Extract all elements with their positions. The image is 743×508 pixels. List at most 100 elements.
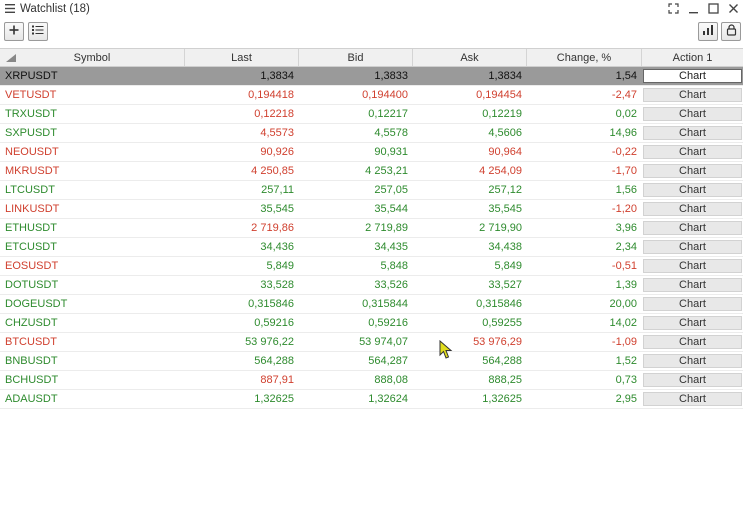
change-percent-cell: 2,95 [615, 393, 637, 405]
symbol-cell: ETCUSDT [5, 241, 57, 253]
chart-button[interactable]: Chart [643, 183, 742, 197]
chart-button[interactable]: Chart [643, 240, 742, 254]
action-cell: Chart [642, 371, 743, 389]
ask-price-cell: 35,545 [488, 203, 522, 215]
chart-settings-button[interactable] [698, 22, 718, 41]
bid-price-cell: 0,315844 [362, 298, 408, 310]
chart-button[interactable]: Chart [643, 354, 742, 368]
bid-price-cell: 0,194400 [362, 89, 408, 101]
bid-price-cell: 0,12217 [368, 108, 408, 120]
chart-button[interactable]: Chart [643, 164, 742, 178]
last-price-cell: 2 719,86 [251, 222, 294, 234]
column-header-change[interactable]: Change, % [527, 49, 642, 66]
close-icon[interactable] [723, 0, 743, 17]
symbol-cell: MKRUSDT [5, 165, 60, 177]
chart-button[interactable]: Chart [643, 335, 742, 349]
table-row[interactable]: BCHUSDT 887,91 888,08 888,25 0,73 Chart [0, 371, 743, 390]
table-row[interactable]: SXPUSDT 4,5573 4,5578 4,5606 14,96 Chart [0, 124, 743, 143]
table-row[interactable]: LINKUSDT 35,545 35,544 35,545 -1,20 Chart [0, 200, 743, 219]
table-row[interactable]: EOSUSDT 5,849 5,848 5,849 -0,51 Chart [0, 257, 743, 276]
ask-price-cell: 34,438 [488, 241, 522, 253]
chart-button[interactable]: Chart [643, 145, 742, 159]
column-header-ask[interactable]: Ask [413, 49, 527, 66]
list-view-button[interactable] [28, 22, 48, 41]
change-percent-cell: 1,54 [615, 70, 637, 82]
chart-button[interactable]: Chart [643, 69, 742, 83]
table-row[interactable]: MKRUSDT 4 250,85 4 253,21 4 254,09 -1,70 Char… [0, 162, 743, 181]
chart-settings-icon [702, 24, 714, 39]
bid-price-cell: 888,08 [374, 374, 408, 386]
mouse-cursor-icon [439, 339, 455, 360]
ask-price-cell: 0,12219 [482, 108, 522, 120]
bid-price-cell: 90,931 [374, 146, 408, 158]
lock-button[interactable] [721, 22, 741, 41]
chart-button[interactable]: Chart [643, 221, 742, 235]
table-row[interactable]: XRPUSDT 1,3834 1,3833 1,3834 1,54 Chart [0, 67, 743, 86]
table-row[interactable]: ETHUSDT 2 719,86 2 719,89 2 719,90 3,96 Chart [0, 219, 743, 238]
lock-icon [726, 24, 737, 39]
bid-price-cell: 2 719,89 [365, 222, 408, 234]
change-percent-cell: 0,02 [615, 108, 637, 120]
table-row[interactable]: CHZUSDT 0,59216 0,59216 0,59255 14,02 Chart [0, 314, 743, 333]
chart-button[interactable]: Chart [643, 107, 742, 121]
table-row[interactable]: DOGEUSDT 0,315846 0,315844 0,315846 20,00 Cha… [0, 295, 743, 314]
bid-price-cell: 257,05 [374, 184, 408, 196]
bid-price-cell: 564,287 [368, 355, 408, 367]
table-row[interactable]: NEOUSDT 90,926 90,931 90,964 -0,22 Chart [0, 143, 743, 162]
last-price-cell: 887,91 [260, 374, 294, 386]
add-button[interactable] [4, 22, 24, 41]
bid-price-cell: 4,5578 [374, 127, 408, 139]
last-price-cell: 1,3834 [260, 70, 294, 82]
chart-button[interactable]: Chart [643, 126, 742, 140]
table-row[interactable]: LTCUSDT 257,11 257,05 257,12 1,56 Chart [0, 181, 743, 200]
symbol-cell: LINKUSDT [5, 203, 60, 215]
action-cell: Chart [642, 314, 743, 332]
change-percent-cell: -2,47 [611, 89, 637, 101]
ask-price-cell: 0,194454 [476, 89, 522, 101]
table-row[interactable]: ETCUSDT 34,436 34,435 34,438 2,34 Chart [0, 238, 743, 257]
change-percent-cell: -0,22 [611, 146, 637, 158]
maximize-icon[interactable] [703, 0, 723, 17]
chart-button[interactable]: Chart [643, 202, 742, 216]
chart-button[interactable]: Chart [643, 278, 742, 292]
symbol-cell: TRXUSDT [5, 108, 57, 120]
symbol-cell: BTCUSDT [5, 336, 57, 348]
ask-price-cell: 1,3834 [488, 70, 522, 82]
bid-price-cell: 34,435 [374, 241, 408, 253]
symbol-cell: DOTUSDT [5, 279, 59, 291]
change-percent-cell: -1,09 [611, 336, 637, 348]
last-price-cell: 35,545 [260, 203, 294, 215]
add-icon [9, 25, 19, 38]
chart-button[interactable]: Chart [643, 392, 742, 406]
table-row[interactable]: VETUSDT 0,194418 0,194400 0,194454 -2,47 Char… [0, 86, 743, 105]
column-header-label: Action 1 [672, 51, 713, 64]
table-row[interactable]: DOTUSDT 33,528 33,526 33,527 1,39 Chart [0, 276, 743, 295]
table-row[interactable]: ADAUSDT 1,32625 1,32624 1,32625 2,95 Chart [0, 390, 743, 409]
table-row[interactable]: BTCUSDT 53 976,22 53 974,07 53 976,29 -1,09 C… [0, 333, 743, 352]
fullscreen-icon[interactable] [663, 0, 683, 17]
chart-button[interactable]: Chart [643, 88, 742, 102]
column-header-symbol[interactable]: Symbol [0, 49, 185, 66]
menu-icon[interactable] [2, 1, 18, 17]
table-row[interactable]: TRXUSDT 0,12218 0,12217 0,12219 0,02 Chart [0, 105, 743, 124]
change-percent-cell: 14,96 [609, 127, 637, 139]
column-header-last[interactable]: Last [185, 49, 299, 66]
change-percent-cell: 0,73 [615, 374, 637, 386]
column-header-action[interactable]: Action 1 [642, 49, 743, 66]
chart-button[interactable]: Chart [643, 316, 742, 330]
bid-price-cell: 5,848 [380, 260, 408, 272]
last-price-cell: 90,926 [260, 146, 294, 158]
list-icon [32, 25, 44, 38]
last-price-cell: 5,849 [266, 260, 294, 272]
change-percent-cell: 1,52 [615, 355, 637, 367]
action-cell: Chart [642, 162, 743, 180]
symbol-cell: ADAUSDT [5, 393, 58, 405]
minimize-icon[interactable] [683, 0, 703, 17]
table-row[interactable]: BNBUSDT 564,288 564,287 564,288 1,52 Chart [0, 352, 743, 371]
action-cell: Chart [642, 200, 743, 218]
chart-button[interactable]: Chart [643, 259, 742, 273]
chart-button[interactable]: Chart [643, 297, 742, 311]
chart-button[interactable]: Chart [643, 373, 742, 387]
column-header-bid[interactable]: Bid [299, 49, 413, 66]
change-percent-cell: 3,96 [615, 222, 637, 234]
